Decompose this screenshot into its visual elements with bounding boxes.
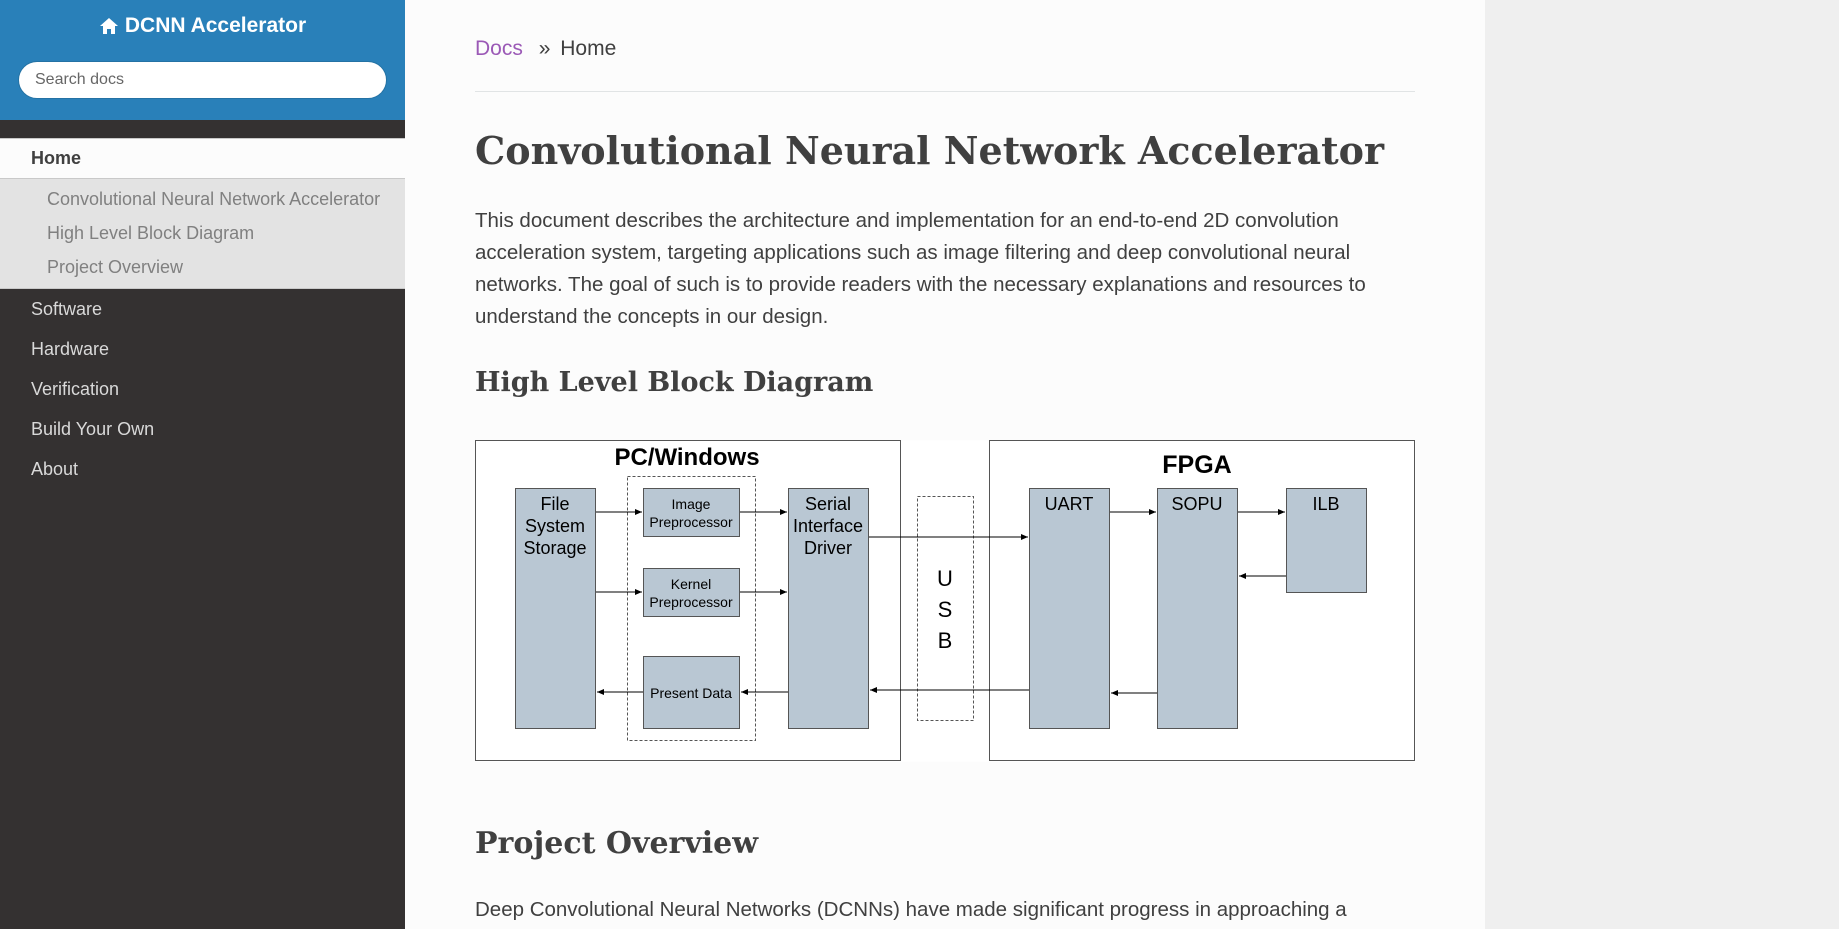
sidebar-header: DCNN Accelerator [0, 0, 405, 120]
sidebar-item-verification[interactable]: Verification [0, 369, 405, 409]
image-preprocessor-label-2: Preprocessor [649, 514, 733, 530]
sidebar-item-about[interactable]: About [0, 449, 405, 489]
sidebar-item-software[interactable]: Software [0, 289, 405, 329]
brand-link[interactable]: DCNN Accelerator [99, 14, 306, 38]
section-heading-block-diagram: High Level Block Diagram [475, 367, 874, 398]
image-preprocessor-label-1: Image [672, 496, 711, 512]
intro-paragraph: This document describes the architecture… [475, 209, 1366, 328]
breadcrumb-separator: » [538, 37, 551, 60]
sidebar-subitem-project-overview[interactable]: Project Overview [0, 252, 405, 288]
search-input[interactable] [18, 61, 387, 99]
serial-driver-label-1: Serial [805, 494, 851, 514]
usb-label-s: S [938, 597, 953, 622]
block-diagram: PC/Windows FPGA File System Storage Imag… [475, 440, 1416, 762]
kernel-preprocessor-label-1: Kernel [671, 576, 711, 592]
present-data-label: Present Data [650, 685, 732, 701]
usb-label-u: U [937, 566, 953, 591]
kernel-preprocessor-label-2: Preprocessor [649, 594, 733, 610]
overview-paragraph: Deep Convolutional Neural Networks (DCNN… [475, 898, 1347, 921]
sidebar-item-build-your-own[interactable]: Build Your Own [0, 409, 405, 449]
sidebar-item-home[interactable]: Home [0, 139, 405, 179]
breadcrumb: Docs » Home [475, 37, 1415, 61]
main-content: Docs » Home Convolutional Neural Network… [405, 0, 1485, 929]
breadcrumb-current: Home [560, 37, 617, 60]
fpga-title: FPGA [1162, 451, 1231, 479]
sopu-block [1157, 488, 1238, 729]
sidebar: DCNN Accelerator Home Convolutional Neur… [0, 0, 405, 929]
home-icon [99, 18, 118, 34]
sidebar-subitem-cnn-accelerator[interactable]: Convolutional Neural Network Accelerator [0, 179, 405, 218]
ilb-label: ILB [1312, 494, 1339, 514]
uart-label: UART [1045, 494, 1094, 514]
sidebar-item-hardware[interactable]: Hardware [0, 329, 405, 369]
serial-driver-label-2: Interface [793, 516, 863, 536]
brand-title: DCNN Accelerator [124, 14, 307, 37]
sopu-label: SOPU [1171, 494, 1222, 514]
file-storage-label-2: System [525, 516, 585, 536]
right-gutter [1485, 0, 1839, 929]
file-storage-label-1: File [540, 494, 569, 514]
page-title: Convolutional Neural Network Accelerator [475, 128, 1385, 173]
file-storage-label-3: Storage [523, 538, 586, 558]
nav-current-section: Home Convolutional Neural Network Accele… [0, 138, 405, 289]
header-divider [475, 91, 1415, 92]
section-heading-project-overview: Project Overview [475, 826, 759, 861]
serial-driver-label-3: Driver [804, 538, 852, 558]
sidebar-subitem-block-diagram[interactable]: High Level Block Diagram [0, 218, 405, 252]
breadcrumb-docs-link[interactable]: Docs [475, 37, 523, 60]
uart-block [1029, 488, 1110, 729]
pc-windows-title: PC/Windows [614, 444, 759, 471]
usb-label-b: B [938, 628, 953, 653]
